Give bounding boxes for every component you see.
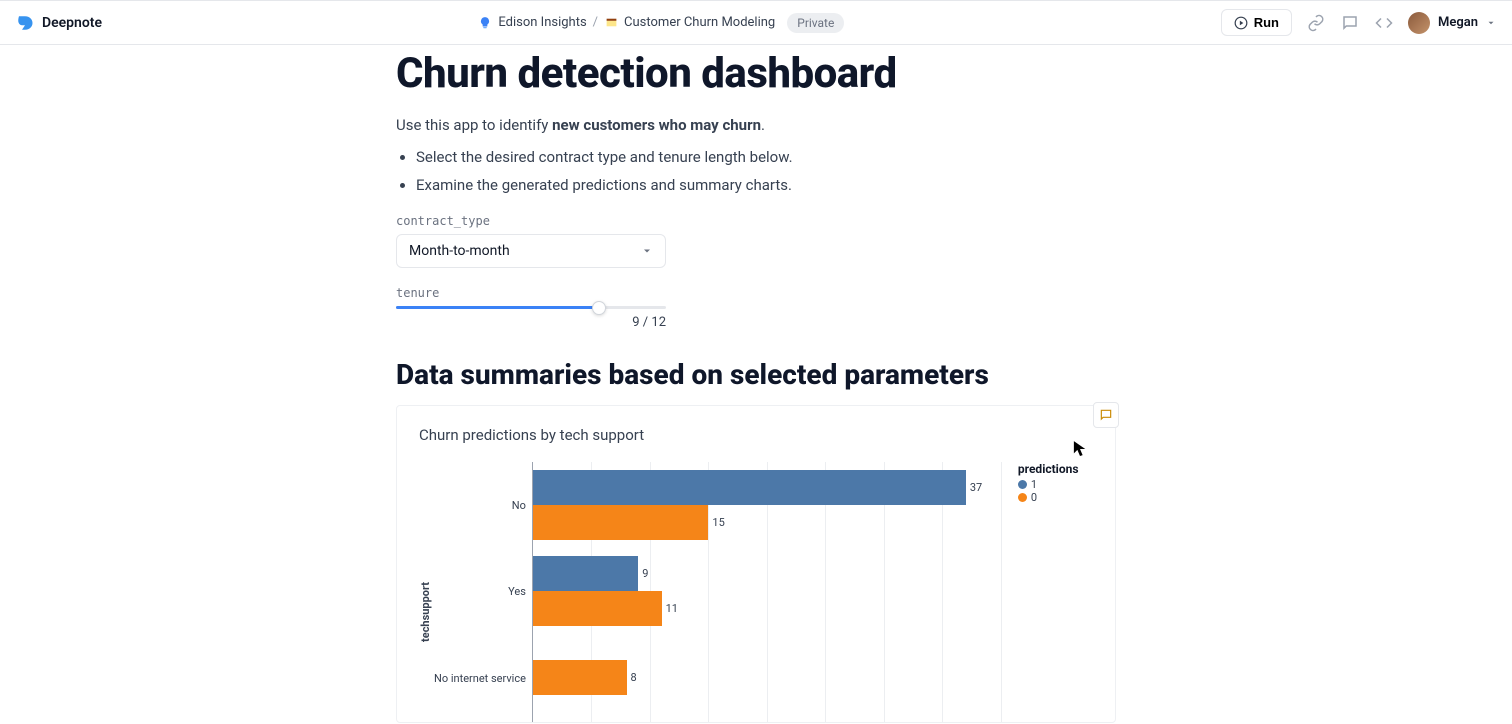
run-button[interactable]: Run	[1221, 9, 1292, 36]
page-title: Churn detection dashboard	[396, 49, 1116, 98]
run-label: Run	[1254, 15, 1279, 30]
bar-value-label: 15	[712, 516, 724, 529]
chart-legend: predictions 10	[1018, 462, 1079, 504]
y-axis-ticks: NoYesNo internet service	[434, 462, 532, 722]
bar-value-label: 8	[631, 671, 637, 684]
list-item: Select the desired contract type and ten…	[416, 148, 1116, 166]
y-tick-label: No internet service	[434, 636, 526, 722]
comment-icon[interactable]	[1340, 13, 1360, 33]
bar[interactable]	[533, 556, 638, 591]
legend-item[interactable]: 0	[1018, 491, 1079, 504]
bar-group: 8	[533, 634, 637, 720]
bar-group: 37 15	[533, 462, 982, 548]
bar-value-label: 11	[666, 602, 678, 615]
user-name: Megan	[1438, 15, 1478, 30]
legend-label: 0	[1031, 491, 1037, 504]
y-tick-label: Yes	[434, 549, 526, 635]
notebook-icon	[604, 16, 618, 30]
bar-group: 9 11	[533, 548, 678, 634]
bar[interactable]	[533, 660, 627, 695]
legend-swatch	[1018, 480, 1027, 489]
chart-ylabel: techsupport	[419, 542, 432, 642]
breadcrumb: Edison Insights / Customer Churn Modelin…	[102, 13, 1221, 33]
notebook-content: Churn detection dashboard Use this app t…	[396, 45, 1116, 723]
tenure-label: tenure	[396, 286, 1116, 300]
chart-body: techsupport NoYesNo internet service 37 1…	[419, 462, 1093, 722]
chart-card: Churn predictions by tech support techsu…	[396, 405, 1116, 723]
bar-value-label: 9	[642, 567, 648, 580]
deepnote-logo-icon	[16, 14, 34, 32]
brand[interactable]: Deepnote	[16, 14, 102, 32]
privacy-badge[interactable]: Private	[787, 13, 844, 33]
topbar: Deepnote Edison Insights / Customer Chur…	[0, 0, 1512, 45]
bar[interactable]	[533, 470, 966, 505]
card-comment-button[interactable]	[1093, 402, 1119, 428]
slider-thumb[interactable]	[592, 301, 606, 315]
instruction-list: Select the desired contract type and ten…	[396, 148, 1116, 194]
avatar	[1408, 12, 1430, 34]
slider-fill	[396, 306, 599, 309]
legend-item[interactable]: 1	[1018, 478, 1079, 491]
gridline	[1001, 462, 1002, 722]
breadcrumb-notebook[interactable]: Customer Churn Modeling	[624, 15, 775, 30]
code-icon[interactable]	[1374, 13, 1394, 33]
link-icon[interactable]	[1306, 13, 1326, 33]
legend-label: 1	[1031, 478, 1037, 491]
topbar-actions: Run Megan	[1221, 9, 1496, 36]
section-heading: Data summaries based on selected paramet…	[396, 358, 1116, 391]
y-tick-label: No	[434, 462, 526, 548]
breadcrumb-workspace[interactable]: Edison Insights	[498, 15, 586, 30]
tenure-slider[interactable]	[396, 306, 666, 309]
play-icon	[1234, 16, 1248, 30]
legend-swatch	[1018, 493, 1027, 502]
brand-name: Deepnote	[42, 15, 102, 31]
breadcrumb-separator: /	[593, 15, 598, 30]
contract-type-select[interactable]: Month-to-month	[396, 234, 666, 268]
bar-value-label: 37	[970, 481, 982, 494]
bar[interactable]	[533, 591, 662, 626]
intro-text: Use this app to identify new customers w…	[396, 116, 1116, 134]
chart-title: Churn predictions by tech support	[419, 426, 1093, 444]
chart-plot-area: 37 15 9 11 8	[532, 462, 1000, 722]
contract-type-label: contract_type	[396, 214, 1116, 228]
tenure-readout: 9 / 12	[396, 315, 666, 330]
legend-title: predictions	[1018, 462, 1079, 476]
user-menu[interactable]: Megan	[1408, 12, 1496, 34]
chevron-down-icon	[641, 245, 653, 257]
list-item: Examine the generated predictions and su…	[416, 176, 1116, 194]
contract-type-value: Month-to-month	[409, 243, 510, 259]
chevron-down-icon	[1486, 18, 1496, 28]
bar[interactable]	[533, 505, 709, 540]
slider-track	[396, 306, 666, 309]
lightbulb-icon	[478, 16, 492, 30]
